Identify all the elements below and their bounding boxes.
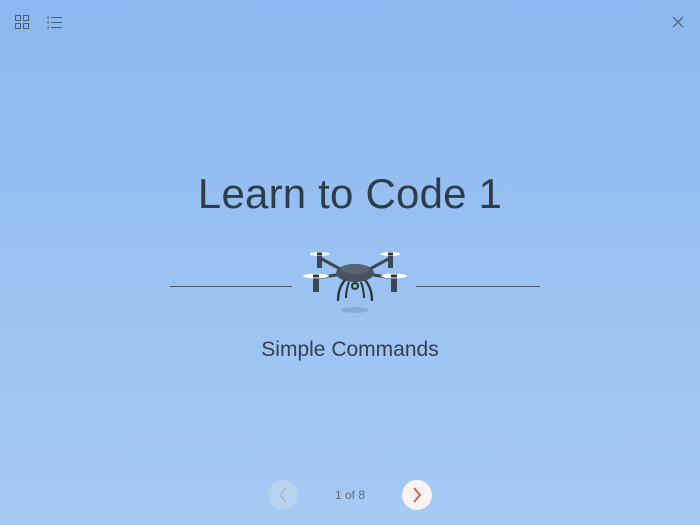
right-divider [416, 286, 540, 287]
page-title: Learn to Code 1 [197, 170, 503, 217]
close-button[interactable] [670, 14, 686, 30]
previous-page-button[interactable] [268, 480, 298, 510]
list-view-button[interactable] [46, 14, 62, 30]
drone-icon [303, 252, 407, 313]
chevron-right-icon [413, 487, 422, 503]
next-page-button[interactable] [402, 480, 432, 510]
pagination: 1 of 8 [0, 480, 700, 510]
page-subtitle: Simple Commands [261, 338, 439, 361]
list-icon [46, 16, 62, 28]
grid-icon [15, 15, 29, 29]
top-toolbar [14, 14, 62, 30]
page-indicator: 1 of 8 [334, 488, 366, 502]
chevron-left-icon [278, 487, 287, 503]
close-icon [672, 16, 684, 28]
left-divider [170, 286, 292, 287]
grid-view-button[interactable] [14, 14, 30, 30]
